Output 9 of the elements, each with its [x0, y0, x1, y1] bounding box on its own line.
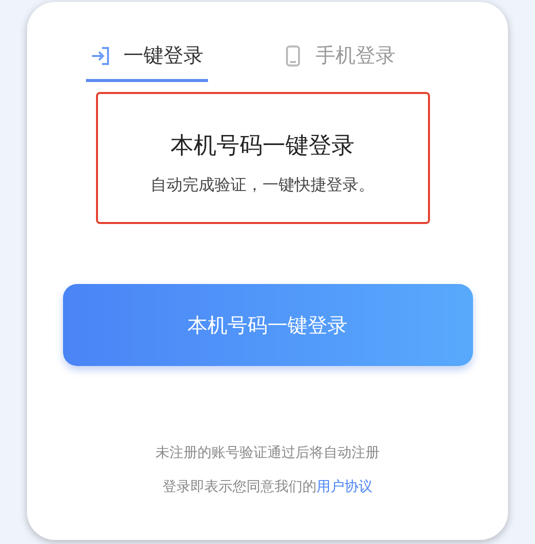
subtitle: 自动完成验证，一键快捷登录。 [150, 175, 374, 196]
agreement-link[interactable]: 用户协议 [316, 478, 372, 496]
title: 本机号码一键登录 [170, 132, 354, 161]
enter-icon [90, 44, 112, 66]
login-button[interactable]: 本机号码一键登录 [62, 284, 472, 366]
login-tab[interactable]: 一键登录 [86, 40, 208, 82]
login-tab[interactable]: 手机登录 [278, 40, 400, 82]
agreement-text: 登录即表示您同意我们的 [162, 478, 316, 496]
notice-text: 未注册的账号验证通过后将自动注册 [156, 444, 380, 462]
